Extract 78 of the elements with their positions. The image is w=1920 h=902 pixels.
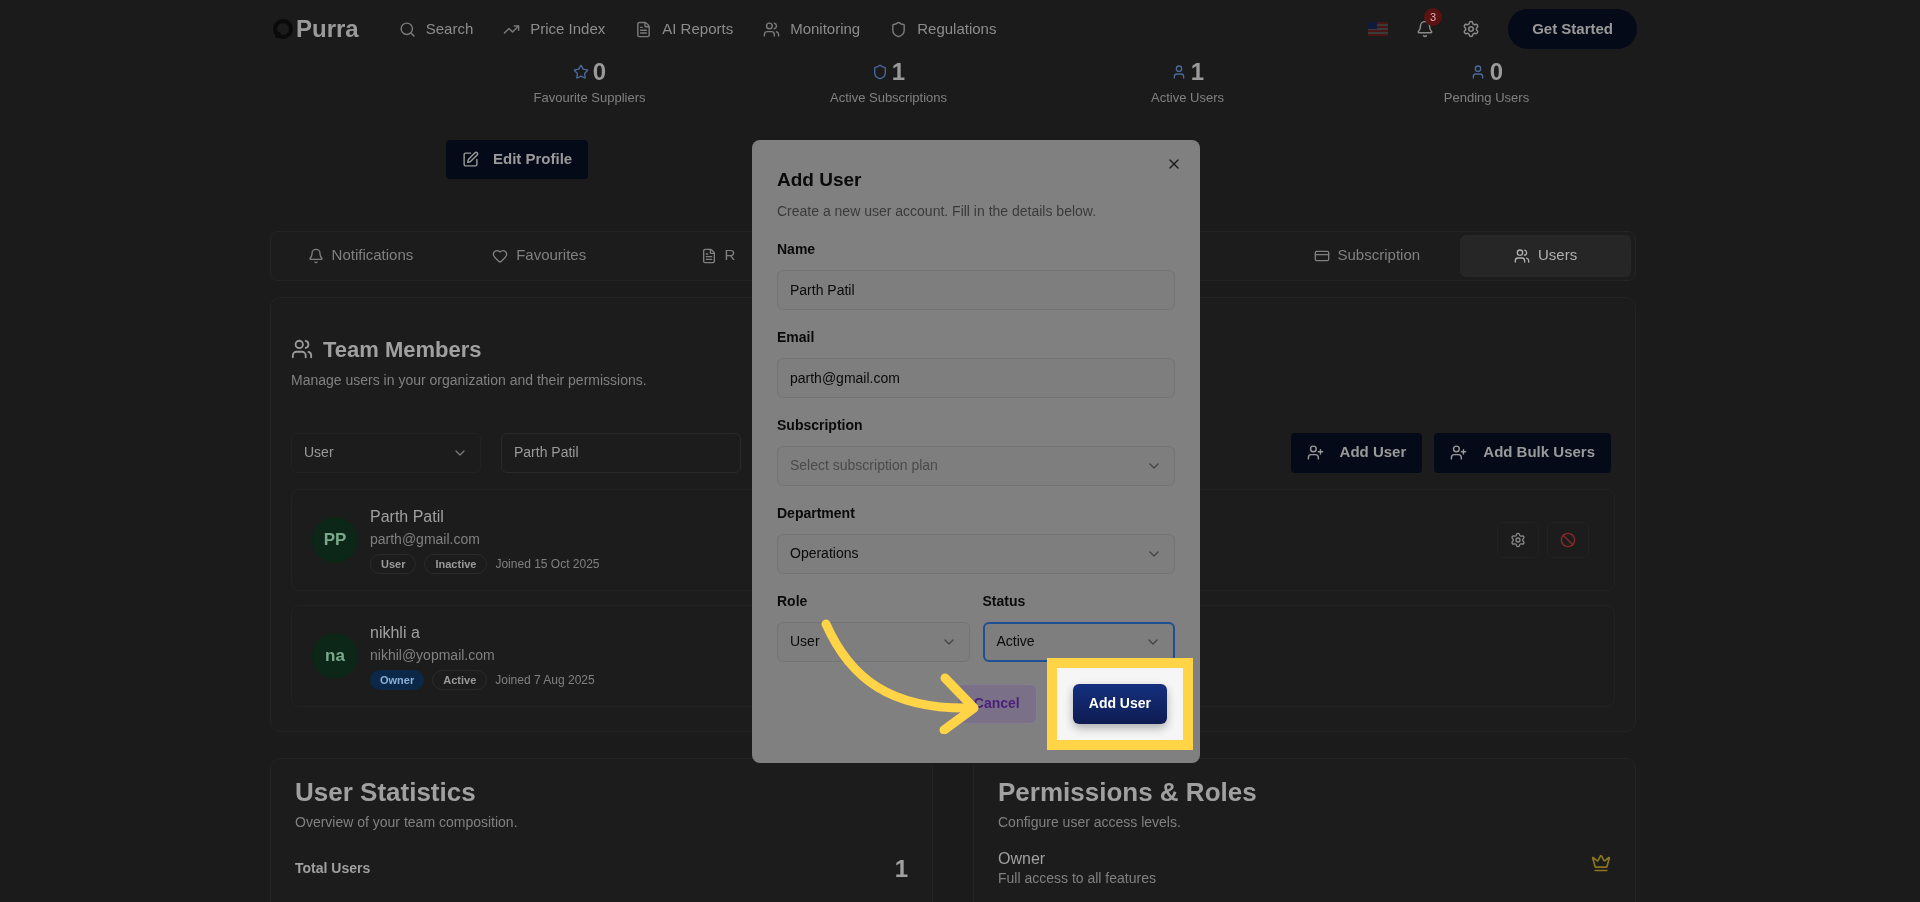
bell-icon [307, 247, 324, 264]
people-icon [291, 338, 313, 360]
role-badge: Owner [370, 670, 425, 690]
notification-badge: 3 [1424, 8, 1443, 26]
stat-value: 0 [1489, 58, 1504, 86]
field-label: Role [777, 591, 809, 611]
member-name: Parth Patil [370, 507, 444, 527]
people-icon [763, 20, 781, 38]
search-icon [398, 20, 416, 38]
dialog-title: Add User [777, 168, 863, 192]
role-description: Full access to all features [998, 868, 1156, 887]
settings-icon[interactable] [1462, 20, 1481, 38]
nav-link[interactable]: Search [398, 17, 474, 41]
add-user-button[interactable]: Add User [1290, 432, 1423, 473]
stat-label: Pending Users [1443, 89, 1530, 107]
shield-icon [871, 64, 888, 80]
field-label: Email [777, 327, 816, 347]
settings-button[interactable] [1497, 521, 1539, 558]
star-icon [572, 64, 589, 80]
role-filter-select[interactable]: User [291, 432, 481, 473]
shield-icon [890, 20, 908, 38]
people-icon [1514, 247, 1530, 264]
member-email: nikhil@yopmail.com [370, 646, 495, 665]
stat-label: Favourite Suppliers [533, 89, 646, 107]
nav-link[interactable]: Monitoring [763, 17, 861, 41]
add-person-icon [1306, 444, 1324, 461]
card-subtitle: Overview of your team composition. [295, 812, 518, 832]
search-field[interactable]: Parth Patil [501, 432, 741, 473]
section-subtitle: Manage users in your organization and their permissions. [291, 370, 647, 390]
tab[interactable]: Favourites [453, 234, 625, 277]
stat-label: Active Subscriptions [829, 89, 948, 107]
section-title: Team Members [323, 335, 482, 364]
stat-value: 0 [592, 58, 607, 86]
field-label: Subscription [777, 415, 864, 435]
crown-icon [1591, 852, 1611, 873]
dialog-description: Create a new user account. Fill in the details below. [777, 201, 1098, 221]
stat-label: Total Users [295, 859, 371, 878]
notification-bell-icon[interactable] [1416, 20, 1435, 38]
tab[interactable]: Notifications [275, 234, 446, 277]
role-name: Owner [998, 848, 1046, 869]
joined-date: Joined 7 Aug 2025 [495, 672, 595, 689]
add-person-icon [1450, 444, 1468, 461]
get-started-button[interactable]: Get Started [1508, 9, 1637, 49]
settings-icon [1510, 531, 1526, 548]
ban-icon [1560, 531, 1576, 548]
select-field[interactable]: User [777, 621, 970, 662]
joined-date: Joined 15 Oct 2025 [495, 556, 600, 573]
document-icon [700, 247, 717, 264]
text-field[interactable]: Parth Patil [777, 269, 1175, 310]
avatar: PP [312, 516, 358, 563]
add-bulk-users-button[interactable]: Add Bulk Users [1434, 432, 1611, 473]
field-label: Status [982, 591, 1027, 611]
text-field[interactable]: parth@gmail.com [777, 357, 1175, 398]
card-title: Permissions & Roles [998, 775, 1257, 809]
nav-link[interactable]: Regulations [890, 17, 997, 41]
field-label: Department [777, 503, 856, 523]
stat-value: 1 [891, 58, 906, 86]
add-user-button[interactable]: Add User [1072, 683, 1167, 724]
document-icon [635, 20, 653, 38]
edit-profile-button[interactable]: Edit Profile [446, 139, 589, 179]
select-field[interactable]: Active [982, 621, 1175, 662]
field-label: Name [777, 239, 817, 259]
nav-link[interactable]: Price Index [503, 17, 606, 41]
member-email: parth@gmail.com [370, 530, 480, 549]
tab[interactable]: Users [1460, 234, 1631, 277]
card-subtitle: Configure user access levels. [998, 812, 1181, 832]
card-title: User Statistics [295, 775, 476, 809]
select-field[interactable]: Operations [777, 533, 1175, 574]
stat-value: 1 [894, 853, 908, 884]
edit-icon [462, 150, 479, 168]
logo-text[interactable]: Purra [296, 11, 359, 47]
stat-label: Active Users [1151, 89, 1224, 107]
heart-icon [492, 247, 509, 264]
member-name: nikhli a [370, 623, 420, 643]
stat-value: 1 [1190, 58, 1205, 86]
tab[interactable]: Subscription [1281, 234, 1453, 277]
nav-link[interactable]: AI Reports [635, 17, 734, 41]
avatar: na [312, 632, 358, 679]
